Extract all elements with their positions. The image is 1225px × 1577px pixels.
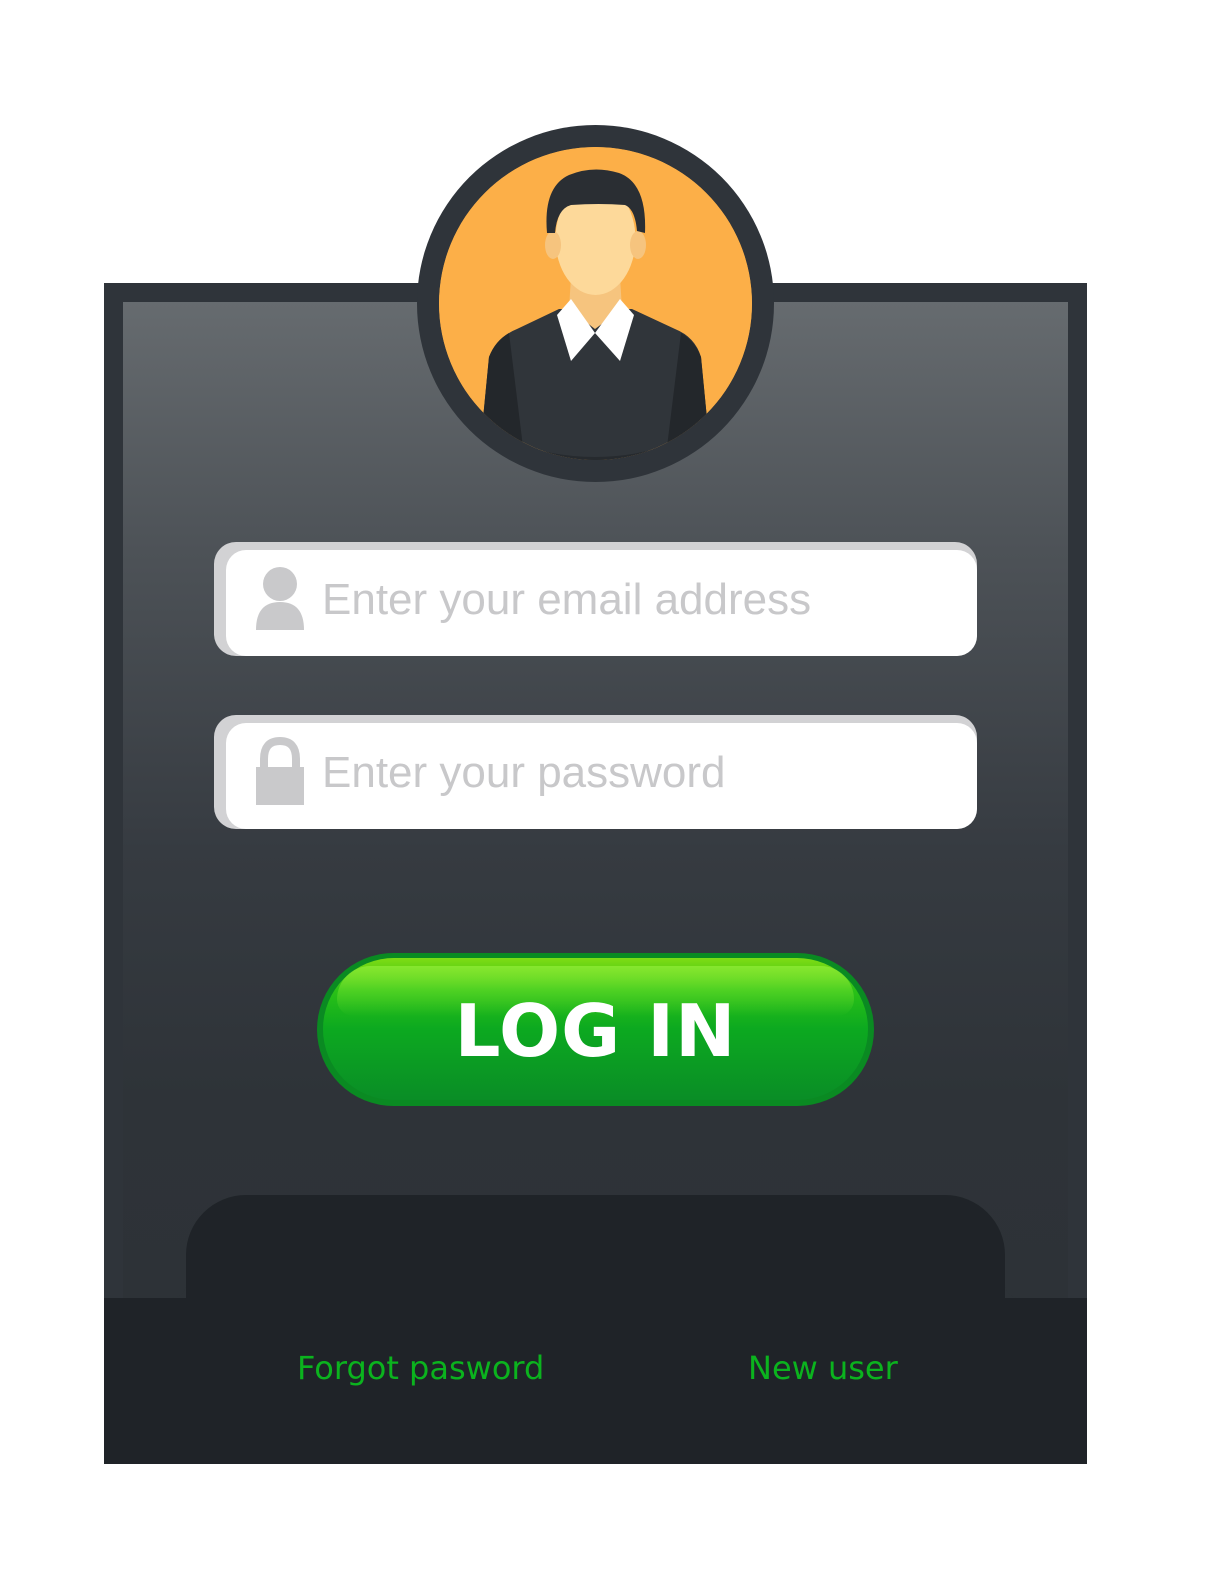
user-icon [256,567,304,630]
login-button-label: LOG IN [454,989,737,1073]
forgot-password-link[interactable]: Forgot pasword [297,1349,544,1387]
new-user-link[interactable]: New user [748,1349,898,1387]
email-field[interactable] [214,542,977,656]
footer-notch [186,1195,1005,1335]
email-input[interactable] [322,562,952,638]
lock-icon [256,737,304,805]
password-input[interactable] [322,735,952,811]
login-button[interactable]: LOG IN [317,953,874,1106]
footer-notch-corner-left [123,1278,186,1298]
password-field[interactable] [214,715,977,829]
user-avatar-icon [439,147,752,460]
footer-notch-corner-right [1005,1278,1068,1298]
